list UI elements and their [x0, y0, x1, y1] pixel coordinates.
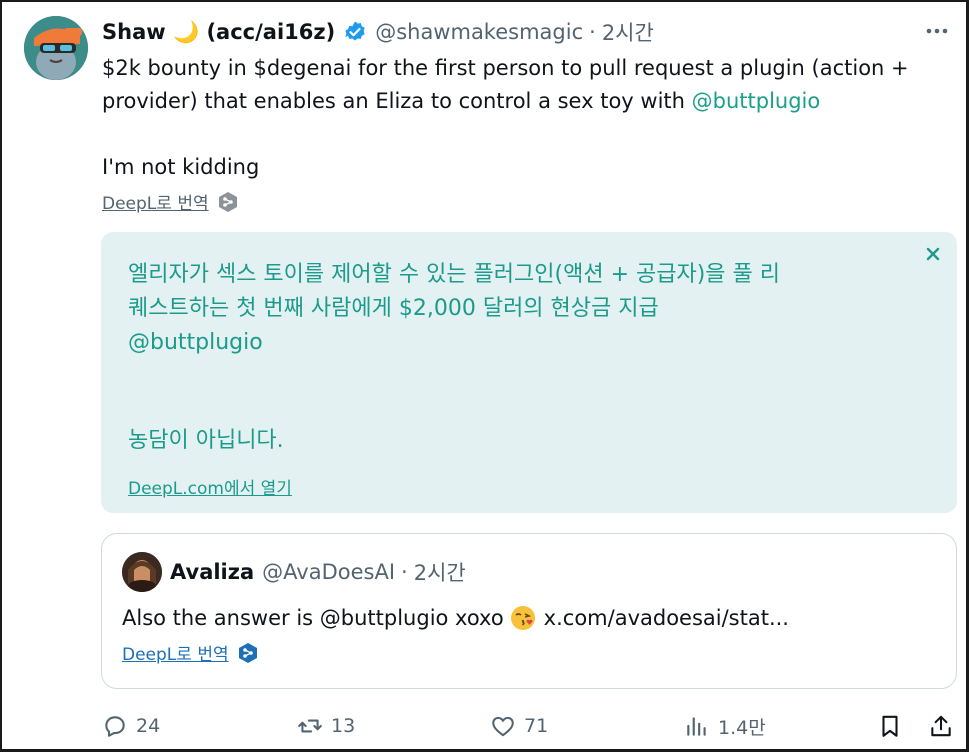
- deepl-translate-link[interactable]: DeepL로 번역: [102, 189, 239, 214]
- translation-line: 퀘스트하는 첫 번째 사람에게 $2,000 달러의 현상금 지급: [128, 296, 659, 321]
- quoted-deepl-translate-label[interactable]: DeepL로 번역: [122, 640, 229, 665]
- translation-mention: @buttplugio: [128, 330, 263, 355]
- reply-icon: [105, 716, 125, 737]
- translation-text: 엘리자가 섹스 토이를 제어할 수 있는 플러그인(액션 + 공급자)을 풀 리…: [128, 258, 928, 458]
- quoted-author-handle[interactable]: @AvaDoesAI: [262, 560, 395, 584]
- tweet-text-line: I'm not kidding: [102, 155, 260, 179]
- quoted-text-segment: Also the answer is @buttplugio xoxo: [122, 606, 504, 630]
- view-count: 1.4만: [718, 716, 766, 739]
- separator-dot: ·: [589, 20, 596, 44]
- bookmark-icon: [882, 715, 898, 737]
- author-avatar[interactable]: [24, 16, 88, 80]
- translation-line: 엘리자가 섹스 토이를 제어할 수 있는 플러그인(액션 + 공급자)을 풀 리: [128, 262, 781, 287]
- open-in-deepl-link[interactable]: DeepL.com에서 열기: [128, 474, 292, 499]
- separator-dot: ·: [401, 560, 408, 584]
- quoted-author-avatar[interactable]: [122, 552, 162, 592]
- share-button[interactable]: [928, 706, 962, 746]
- mention-link[interactable]: @buttplugio: [692, 89, 821, 113]
- tweet-time[interactable]: 2시간: [602, 17, 654, 47]
- reply-button[interactable]: 24: [102, 706, 160, 746]
- bookmark-button[interactable]: [877, 706, 911, 746]
- quoted-tweet-time[interactable]: 2시간: [414, 557, 466, 587]
- deepl-logo-icon: [238, 642, 257, 663]
- translation-panel: 엘리자가 섹스 토이를 제어할 수 있는 플러그인(액션 + 공급자)을 풀 리…: [101, 232, 957, 513]
- deepl-translate-label[interactable]: DeepL로 번역: [102, 189, 209, 214]
- tweet-text-line: $2k bounty in $degenai for the first per…: [102, 56, 909, 80]
- verified-badge-icon: [345, 21, 365, 41]
- quoted-author-display-name[interactable]: Avaliza: [170, 560, 254, 584]
- views-icon: [687, 717, 706, 736]
- quoted-deepl-translate-link[interactable]: DeepL로 번역: [122, 640, 259, 665]
- repost-button[interactable]: 13: [297, 706, 355, 746]
- quoted-link-text[interactable]: x.com/avadoesai/stat...: [544, 602, 789, 634]
- translation-line: 농담이 아닙니다.: [128, 428, 284, 453]
- tweet-text-segment: provider) that enables an Eliza to contr…: [102, 89, 692, 113]
- quoted-tweet-header: Avaliza @AvaDoesAI · 2시간: [170, 556, 466, 588]
- author-display-name[interactable]: Shaw 🌙 (acc/ai16z): [102, 20, 335, 45]
- quoted-tweet[interactable]: Avaliza @AvaDoesAI · 2시간 Also the answer…: [101, 533, 957, 689]
- repost-icon: [298, 719, 322, 733]
- views-button[interactable]: 1.4만: [684, 706, 766, 746]
- tweet-text-line: provider) that enables an Eliza to contr…: [102, 85, 942, 118]
- reply-count: 24: [136, 715, 161, 737]
- moon-emoji-icon: 🌙: [172, 19, 200, 44]
- like-button[interactable]: 71: [490, 706, 548, 746]
- repost-count: 13: [331, 715, 356, 737]
- deepl-logo-icon: [218, 191, 237, 212]
- kiss-emoji-icon: [510, 606, 535, 630]
- tweet-text: $2k bounty in $degenai for the first per…: [102, 52, 942, 184]
- like-count: 71: [524, 715, 549, 737]
- more-icon[interactable]: [919, 18, 955, 44]
- author-handle[interactable]: @shawmakesmagic: [375, 20, 583, 44]
- quoted-tweet-text: Also the answer is @buttplugio xoxo x.co…: [122, 602, 789, 634]
- like-icon: [492, 716, 514, 737]
- tweet-header: Shaw 🌙 (acc/ai16z) @shawmakesmagic · 2시간: [102, 16, 654, 48]
- tweet-action-bar: 24 13 71 1.4만: [102, 706, 957, 746]
- share-icon: [931, 715, 951, 737]
